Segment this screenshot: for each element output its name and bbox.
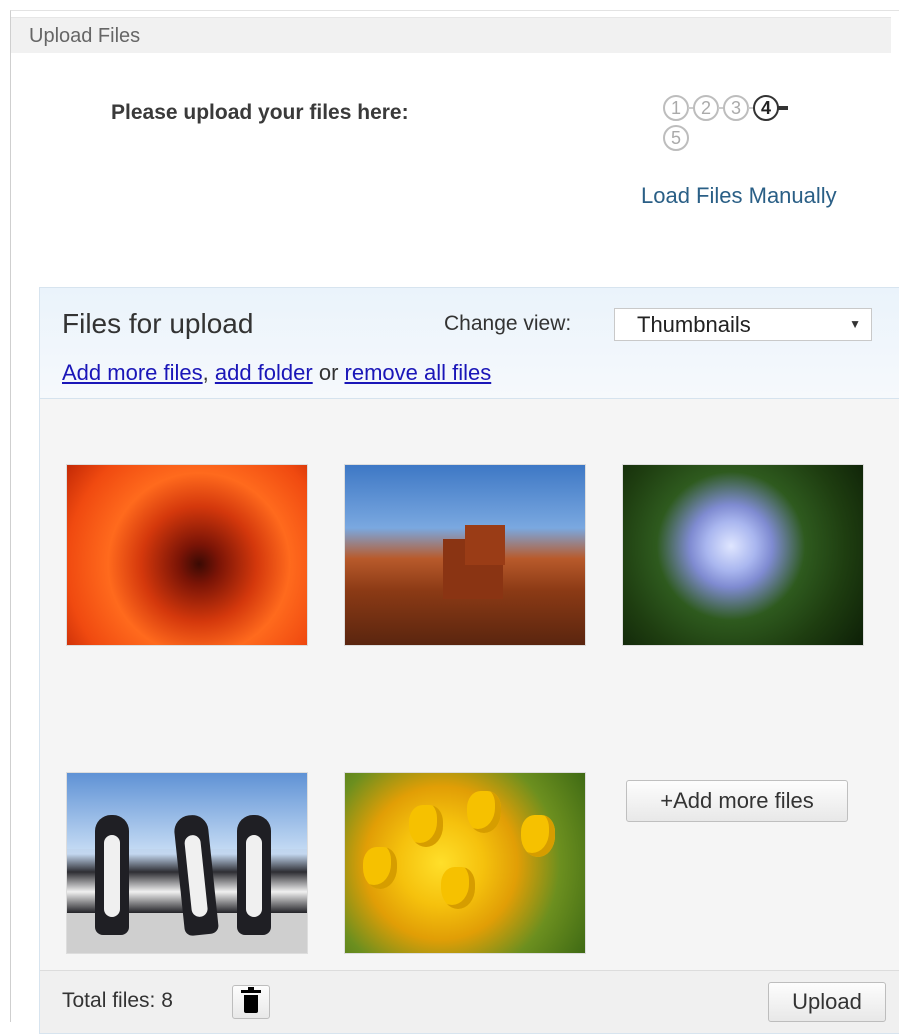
delete-button[interactable]: [232, 985, 270, 1019]
upload-header: Files for upload Change view: Thumbnails…: [40, 288, 899, 399]
upload-links: Add more files, add folder or remove all…: [62, 360, 491, 386]
files-for-upload-panel: Files for upload Change view: Thumbnails…: [39, 287, 899, 1034]
total-files-label: Total files: 8: [62, 989, 173, 1012]
thumbnail-desert-mesa[interactable]: [344, 464, 586, 646]
step-5[interactable]: 5: [663, 125, 689, 151]
upload-button[interactable]: Upload: [768, 982, 886, 1022]
step-1[interactable]: 1: [663, 95, 689, 121]
intro-text: Please upload your files here:: [111, 101, 409, 124]
link-separator: or: [312, 360, 345, 385]
view-select[interactable]: Thumbnails ▼: [614, 308, 872, 341]
panel-title: Upload Files: [11, 17, 891, 53]
files-title: Files for upload: [62, 308, 254, 339]
step-indicator: 1234 5: [663, 95, 899, 151]
step-2[interactable]: 2: [693, 95, 719, 121]
add-more-files-link[interactable]: Add more files: [62, 360, 203, 385]
upload-window: Upload Files Please upload your files he…: [10, 10, 899, 1034]
link-separator: ,: [202, 360, 215, 385]
add-folder-link[interactable]: add folder: [215, 360, 313, 385]
step-4[interactable]: 4: [753, 95, 779, 121]
thumbnail-orange-flower[interactable]: [66, 464, 308, 646]
step-3[interactable]: 3: [723, 95, 749, 121]
view-select-value: Thumbnails: [637, 312, 751, 337]
thumbnail-penguins[interactable]: [66, 772, 308, 954]
remove-all-files-link[interactable]: remove all files: [345, 360, 492, 385]
thumbnail-yellow-tulips[interactable]: [344, 772, 586, 954]
add-more-files-button[interactable]: +Add more files: [626, 780, 848, 822]
load-files-manually-link[interactable]: Load Files Manually: [641, 183, 837, 209]
chevron-down-icon: ▼: [849, 317, 861, 331]
trash-icon: [241, 987, 261, 1013]
thumbnail-hydrangea[interactable]: [622, 464, 864, 646]
change-view-label: Change view:: [444, 312, 572, 335]
upload-footer: Total files: 8 Upload: [40, 970, 899, 1033]
